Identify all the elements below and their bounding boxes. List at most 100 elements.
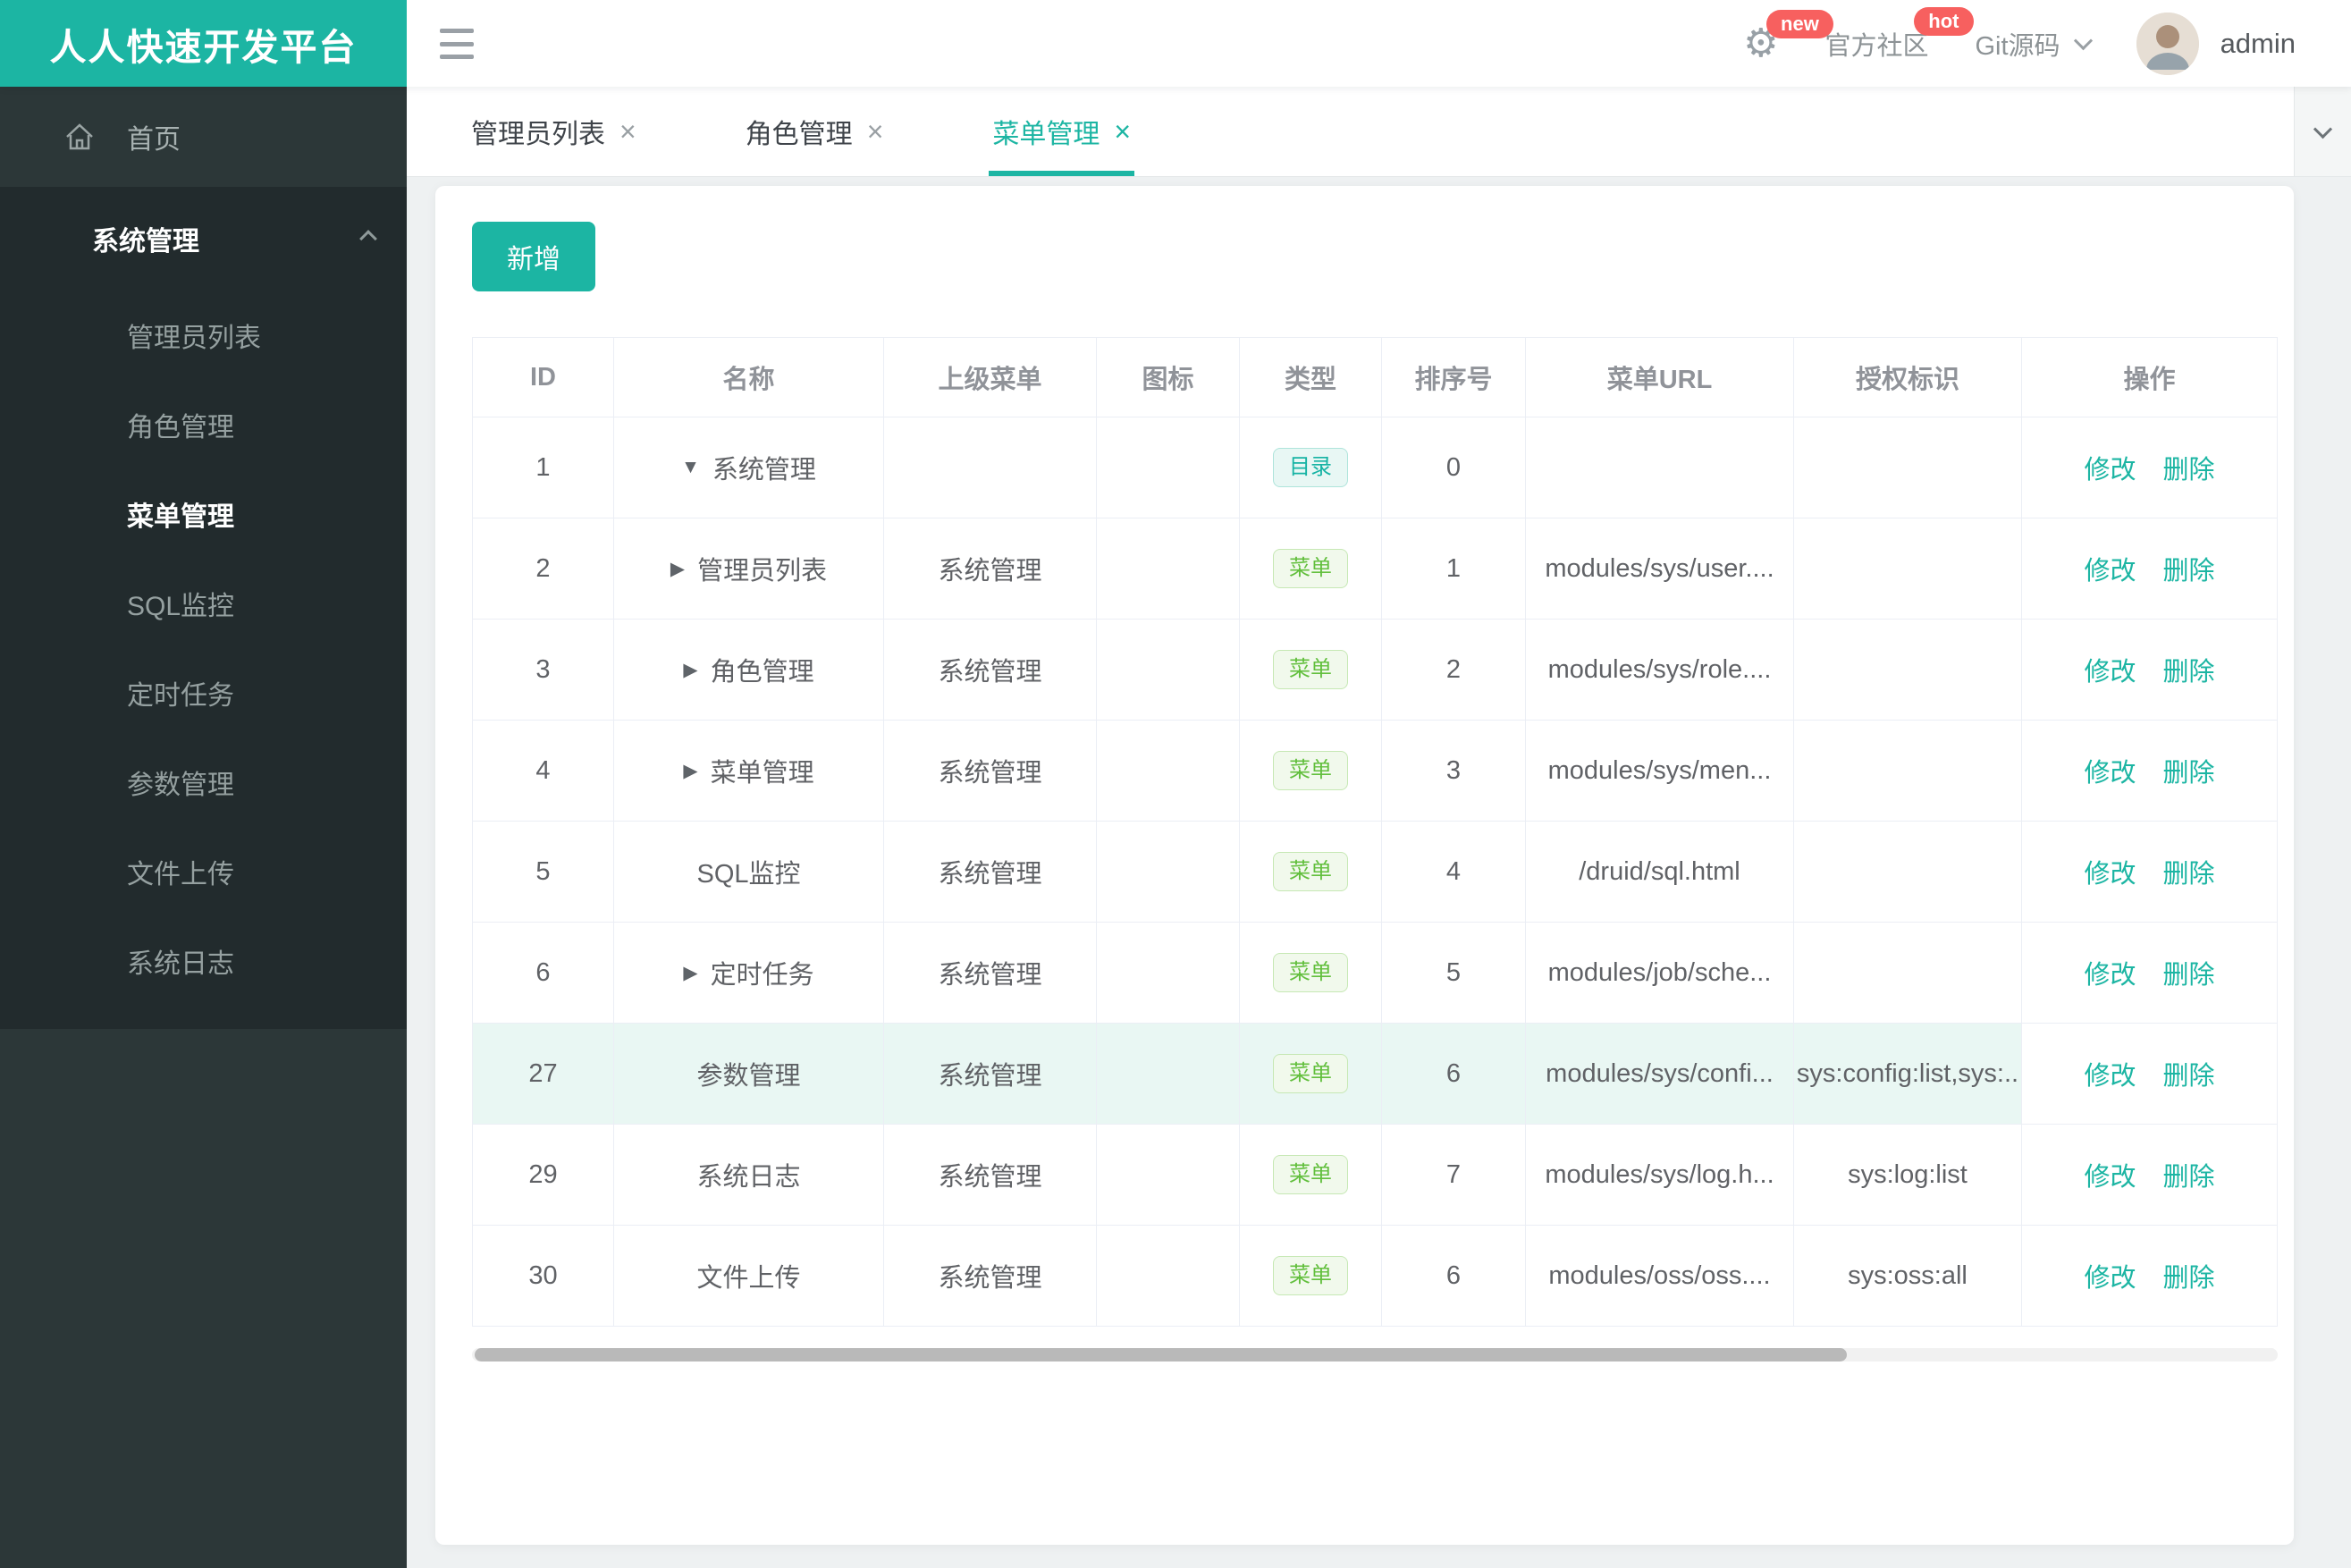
cell-actions: 修改 删除 xyxy=(2022,822,2278,923)
tab-list-dropdown[interactable] xyxy=(2294,87,2351,176)
delete-link[interactable]: 删除 xyxy=(2163,853,2215,890)
cell-name: ▶ 角色管理 xyxy=(614,620,884,721)
delete-link[interactable]: 删除 xyxy=(2163,449,2215,486)
edit-link[interactable]: 修改 xyxy=(2084,954,2136,991)
delete-link[interactable]: 删除 xyxy=(2163,752,2215,789)
edit-link[interactable]: 修改 xyxy=(2084,449,2136,486)
sidebar-group-title[interactable]: 系统管理 xyxy=(0,187,407,291)
cell-parent: 系统管理 xyxy=(884,923,1097,1024)
type-badge: 目录 xyxy=(1273,447,1348,488)
cell-parent xyxy=(884,417,1097,518)
horizontal-scrollbar[interactable] xyxy=(472,1348,2278,1361)
sidebar-item-1[interactable]: 角色管理 xyxy=(0,380,407,469)
delete-link[interactable]: 删除 xyxy=(2163,1055,2215,1092)
cell-url: modules/sys/log.h... xyxy=(1526,1125,1794,1226)
cell-order: 0 xyxy=(1382,417,1526,518)
expand-icon[interactable]: ▶ xyxy=(670,558,685,580)
menu-name: 管理员列表 xyxy=(697,557,828,586)
user-name: admin xyxy=(2220,27,2296,59)
edit-link[interactable]: 修改 xyxy=(2084,1156,2136,1193)
sidebar-item-7[interactable]: 系统日志 xyxy=(0,916,407,1006)
cell-type: 菜单 xyxy=(1240,822,1382,923)
cell-icon xyxy=(1097,721,1240,822)
tab-2[interactable]: 菜单管理 × xyxy=(989,87,1134,176)
sidebar-item-home[interactable]: 首页 xyxy=(0,87,407,187)
expand-icon[interactable]: ▶ xyxy=(683,659,697,681)
cell-parent: 系统管理 xyxy=(884,721,1097,822)
cell-id: 30 xyxy=(473,1226,614,1327)
edit-link[interactable]: 修改 xyxy=(2084,1257,2136,1294)
add-button[interactable]: 新增 xyxy=(472,222,595,291)
table-row: 5 SQL监控 系统管理 菜单 4/druid/sql.html 修改 删除 xyxy=(473,822,2278,923)
scrollbar-thumb[interactable] xyxy=(475,1348,1848,1361)
hot-badge: hot xyxy=(1914,6,1974,36)
sidebar-item-5[interactable]: 参数管理 xyxy=(0,738,407,827)
user-menu[interactable]: admin xyxy=(2136,12,2296,75)
tab-bar: 管理员列表 × 角色管理 × 菜单管理 × xyxy=(407,87,2351,177)
collapse-icon[interactable]: ▼ xyxy=(681,457,700,478)
cell-type: 菜单 xyxy=(1240,620,1382,721)
cell-order: 6 xyxy=(1382,1226,1526,1327)
delete-link[interactable]: 删除 xyxy=(2163,954,2215,991)
cell-actions: 修改 删除 xyxy=(2022,417,2278,518)
cell-url: modules/sys/men... xyxy=(1526,721,1794,822)
cell-auth xyxy=(1794,721,2022,822)
cell-actions: 修改 删除 xyxy=(2022,923,2278,1024)
cell-url: modules/sys/user.... xyxy=(1526,518,1794,620)
sidebar-item-4[interactable]: 定时任务 xyxy=(0,648,407,738)
tab-1[interactable]: 角色管理 × xyxy=(746,87,884,176)
delete-link[interactable]: 删除 xyxy=(2163,651,2215,688)
edit-link[interactable]: 修改 xyxy=(2084,752,2136,789)
cell-order: 3 xyxy=(1382,721,1526,822)
delete-link[interactable]: 删除 xyxy=(2163,1156,2215,1193)
cell-auth: sys:oss:all xyxy=(1794,1226,2022,1327)
table-row: 29 系统日志 系统管理 菜单 7 modules/sys/log.h... sys:log… xyxy=(473,1125,2278,1226)
cell-actions: 修改 删除 xyxy=(2022,1024,2278,1125)
cell-url: modules/oss/oss.... xyxy=(1526,1226,1794,1327)
menu-name: 系统日志 xyxy=(696,1163,801,1192)
git-source-menu[interactable]: Git源码 xyxy=(1976,25,2093,63)
cell-type: 菜单 xyxy=(1240,1226,1382,1327)
chevron-down-icon xyxy=(2313,119,2333,139)
tab-0[interactable]: 管理员列表 × xyxy=(471,87,636,176)
app-root: 人人快速开发平台 ⚙ new 官方社区 hot Git源码 admin 首页 系… xyxy=(0,0,2351,1568)
close-icon[interactable]: × xyxy=(1114,117,1131,146)
cell-order: 6 xyxy=(1382,1024,1526,1125)
sidebar-group-system: 系统管理 管理员列表 角色管理 菜单管理 SQL监控 定时任务 参数管理 文件上传 系统日志 xyxy=(0,187,407,1029)
settings-menu[interactable]: ⚙ new xyxy=(1743,9,1833,63)
expand-icon[interactable]: ▶ xyxy=(683,962,697,984)
cell-id: 3 xyxy=(473,620,614,721)
sidebar-item-2[interactable]: 菜单管理 xyxy=(0,469,407,559)
hamburger-icon[interactable] xyxy=(440,27,474,61)
cell-auth xyxy=(1794,417,2022,518)
cell-id: 4 xyxy=(473,721,614,822)
cell-auth: sys:config:list,sys:.. xyxy=(1794,1024,2022,1125)
cell-parent: 系统管理 xyxy=(884,1226,1097,1327)
brand-logo: 人人快速开发平台 xyxy=(0,0,407,87)
table-row: 4 ▶ 菜单管理 系统管理 菜单 3 modules/sys/men... 修改 删除 xyxy=(473,721,2278,822)
delete-link[interactable]: 删除 xyxy=(2163,550,2215,587)
edit-link[interactable]: 修改 xyxy=(2084,853,2136,890)
close-icon[interactable]: × xyxy=(619,117,636,146)
delete-link[interactable]: 删除 xyxy=(2163,1257,2215,1294)
table-row: 30 文件上传 系统管理 菜单 6 modules/oss/oss.... sys:oss:… xyxy=(473,1226,2278,1327)
cell-actions: 修改 删除 xyxy=(2022,1125,2278,1226)
sidebar-item-0[interactable]: 管理员列表 xyxy=(0,291,407,380)
edit-link[interactable]: 修改 xyxy=(2084,651,2136,688)
edit-link[interactable]: 修改 xyxy=(2084,1055,2136,1092)
close-icon[interactable]: × xyxy=(867,117,884,146)
type-badge: 菜单 xyxy=(1273,548,1348,589)
header-actions: ⚙ new 官方社区 hot Git源码 admin xyxy=(1743,0,2296,87)
expand-icon[interactable]: ▶ xyxy=(683,760,697,782)
column-header-8: 操作 xyxy=(2022,338,2278,417)
type-badge: 菜单 xyxy=(1273,851,1348,892)
sidebar-item-6[interactable]: 文件上传 xyxy=(0,827,407,916)
community-link[interactable]: 官方社区 hot xyxy=(1824,6,1974,63)
cell-url: modules/sys/role.... xyxy=(1526,620,1794,721)
chevron-up-icon xyxy=(359,230,377,248)
edit-link[interactable]: 修改 xyxy=(2084,550,2136,587)
sidebar-item-3[interactable]: SQL监控 xyxy=(0,559,407,648)
cell-icon xyxy=(1097,417,1240,518)
type-badge: 菜单 xyxy=(1273,750,1348,791)
tab-label: 管理员列表 xyxy=(471,120,605,149)
